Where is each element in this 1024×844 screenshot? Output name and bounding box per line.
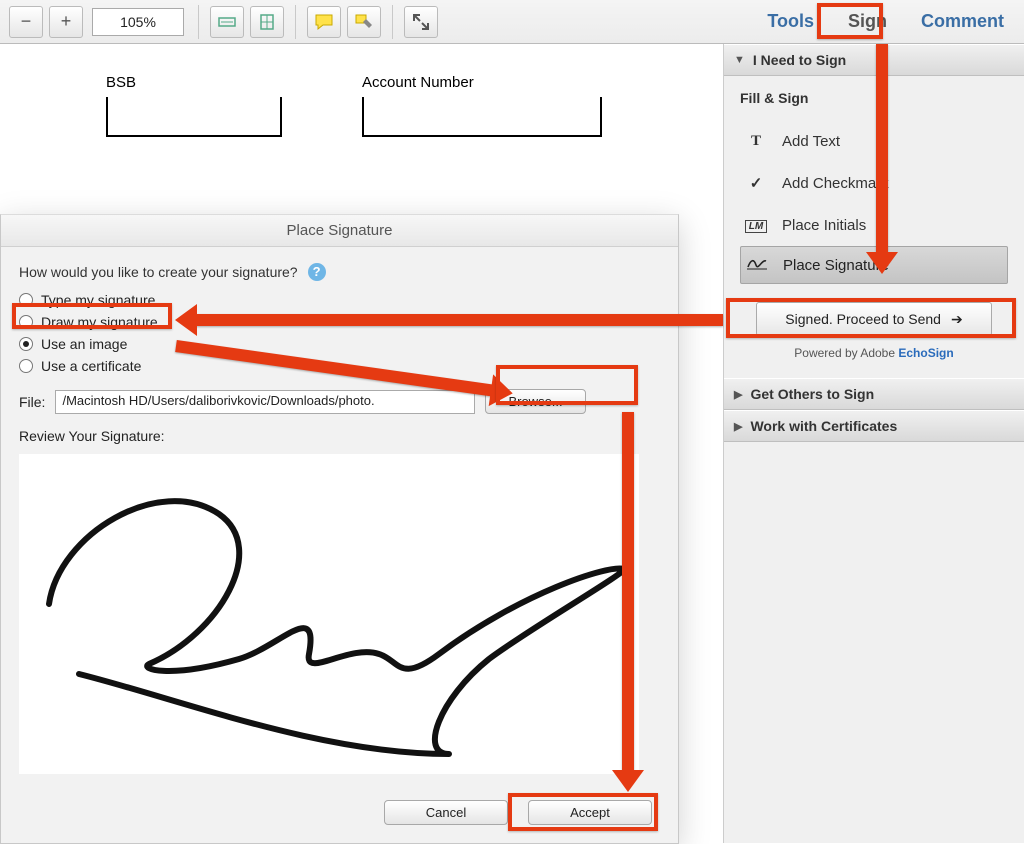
signature-image — [19, 454, 639, 774]
tool-add-text[interactable]: T Add Text — [740, 120, 1008, 162]
text-icon: T — [744, 133, 768, 150]
radio-use-a-certificate[interactable]: Use a certificate — [19, 355, 660, 377]
item-label: Add Checkmark — [782, 175, 889, 192]
field-box[interactable] — [106, 97, 282, 137]
radio-type-my-signature[interactable]: Type my signature — [19, 289, 660, 311]
help-icon[interactable]: ? — [308, 263, 326, 281]
tab-comment[interactable]: Comment — [921, 11, 1004, 32]
separator — [295, 5, 296, 39]
radio-use-an-image[interactable]: Use an image — [19, 333, 660, 355]
fill-and-sign-title: Fill & Sign — [740, 90, 1008, 106]
arrow-right-icon: ➔ — [951, 311, 963, 328]
item-label: Place Signature — [783, 257, 889, 274]
section-label: Work with Certificates — [750, 418, 897, 434]
chevron-right-icon: ▶ — [734, 388, 742, 401]
accept-button[interactable]: Accept — [528, 800, 652, 825]
fit-page-button[interactable] — [250, 6, 284, 38]
radio-label: Use a certificate — [41, 358, 141, 374]
tool-add-checkmark[interactable]: ✓ Add Checkmark — [740, 162, 1008, 204]
separator — [392, 5, 393, 39]
zoom-out-button[interactable]: − — [9, 6, 43, 38]
tab-sign[interactable]: Sign — [836, 6, 899, 37]
form-field-bsb: BSB — [106, 74, 282, 137]
file-path-input[interactable]: /Macintosh HD/Users/daliborivkovic/Downl… — [55, 390, 475, 414]
tab-tools[interactable]: Tools — [767, 11, 814, 32]
signature-icon — [745, 255, 769, 276]
tool-place-signature[interactable]: Place Signature — [740, 246, 1008, 284]
radio-label: Use an image — [41, 336, 127, 352]
review-signature-label: Review Your Signature: — [19, 428, 660, 444]
tool-place-initials[interactable]: LM Place Initials — [740, 204, 1008, 246]
initials-icon: LM — [744, 217, 768, 234]
cancel-button[interactable]: Cancel — [384, 800, 508, 825]
chevron-right-icon: ▶ — [734, 420, 742, 433]
section-need-to-sign[interactable]: ▼ I Need to Sign — [724, 44, 1024, 76]
form-field-account-number: Account Number — [362, 74, 602, 137]
sign-panel: ▼ I Need to Sign Fill & Sign T Add Text … — [724, 44, 1024, 843]
dialog-prompt: How would you like to create your signat… — [19, 264, 298, 280]
radio-draw-my-signature[interactable]: Draw my signature — [19, 311, 660, 333]
dialog-title: Place Signature — [1, 215, 678, 247]
field-label: BSB — [106, 74, 282, 91]
signature-preview — [19, 454, 639, 774]
field-label: Account Number — [362, 74, 602, 91]
radio-label: Draw my signature — [41, 314, 158, 330]
fullscreen-button[interactable] — [404, 6, 438, 38]
powered-by-text: Powered by Adobe EchoSign — [740, 346, 1008, 360]
zoom-in-button[interactable]: + — [49, 6, 83, 38]
comment-bubble-button[interactable] — [307, 6, 341, 38]
button-label: Signed. Proceed to Send — [785, 311, 941, 327]
chevron-down-icon: ▼ — [734, 54, 745, 66]
document-pane: BSB Account Number Place Signature How w… — [0, 44, 724, 843]
item-label: Place Initials — [782, 217, 866, 234]
highlight-button[interactable] — [347, 6, 381, 38]
signed-proceed-button[interactable]: Signed. Proceed to Send ➔ — [756, 302, 992, 336]
zoom-level-input[interactable]: 105% — [92, 8, 184, 36]
echosign-link[interactable]: EchoSign — [898, 346, 953, 360]
section-work-with-certificates[interactable]: ▶ Work with Certificates — [724, 410, 1024, 442]
radio-label: Type my signature — [41, 292, 155, 308]
browse-button[interactable]: Browse... — [485, 389, 585, 414]
place-signature-dialog: Place Signature How would you like to cr… — [0, 214, 679, 844]
checkmark-icon: ✓ — [744, 174, 768, 193]
section-get-others-to-sign[interactable]: ▶ Get Others to Sign — [724, 378, 1024, 410]
section-label: Get Others to Sign — [750, 386, 874, 402]
item-label: Add Text — [782, 133, 840, 150]
section-label: I Need to Sign — [753, 52, 846, 68]
top-toolbar: − + 105% Tools Sign Comment — [0, 0, 1024, 44]
field-box[interactable] — [362, 97, 602, 137]
separator — [198, 5, 199, 39]
file-label: File: — [19, 394, 45, 410]
fit-width-button[interactable] — [210, 6, 244, 38]
